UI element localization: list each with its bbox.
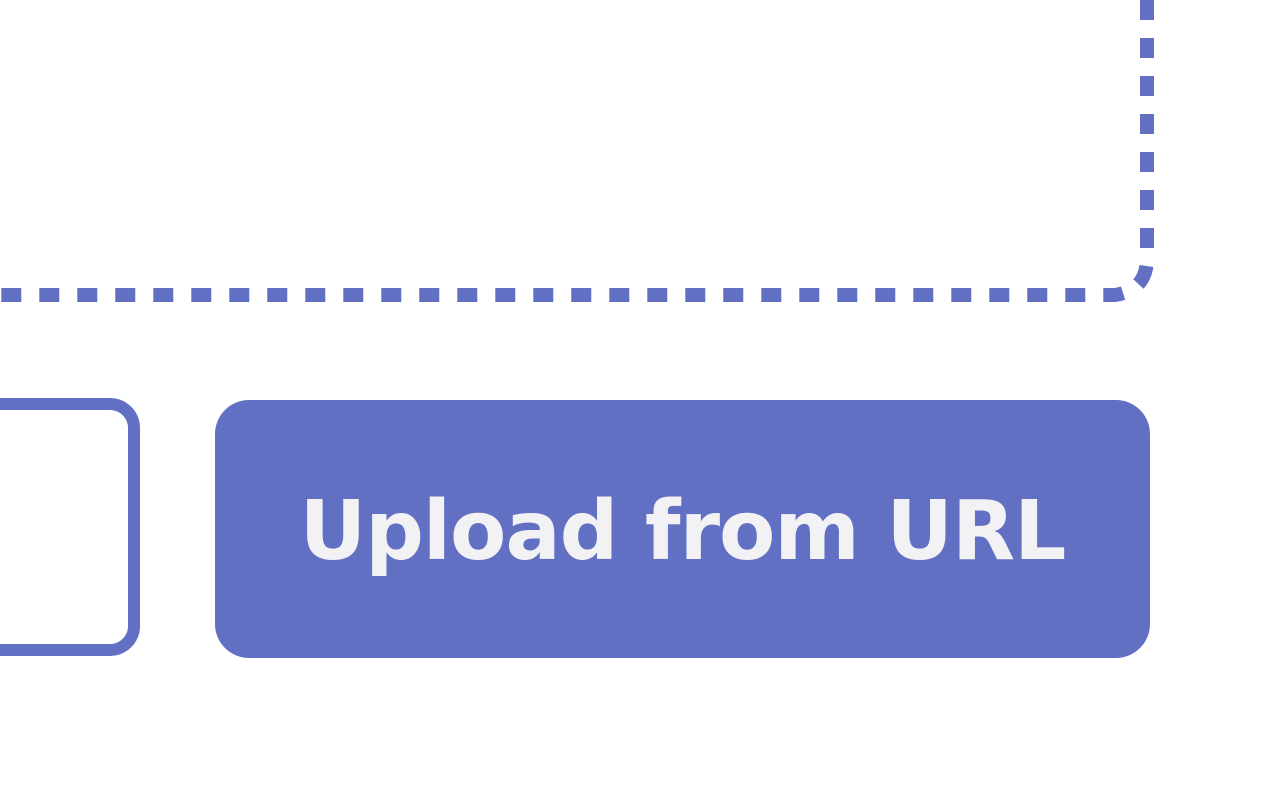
upload-from-url-button[interactable]: Upload from URL: [215, 400, 1150, 658]
upload-panel: Upload from URL: [0, 0, 1280, 805]
secondary-upload-button[interactable]: [0, 398, 140, 656]
upload-from-url-label: Upload from URL: [299, 484, 1067, 579]
drop-zone-dashed-border: [0, 0, 1154, 302]
